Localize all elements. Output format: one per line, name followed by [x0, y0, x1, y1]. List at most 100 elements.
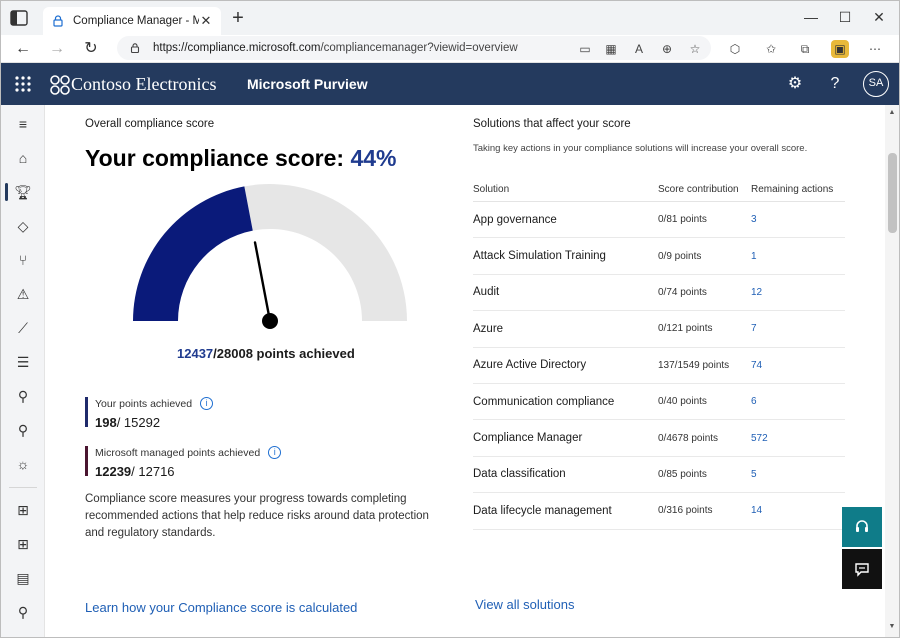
- maximize-icon[interactable]: ☐: [835, 7, 855, 27]
- search-icon[interactable]: ⚲: [1, 381, 45, 411]
- solutions-table: Solution Score contribution Remaining ac…: [473, 178, 845, 530]
- solutions-subtitle: Taking key actions in your compliance so…: [473, 143, 808, 154]
- solution-name[interactable]: Compliance Manager: [473, 432, 658, 444]
- app-available-icon[interactable]: ▭: [575, 39, 595, 59]
- home-icon[interactable]: ⌂: [1, 143, 45, 173]
- column-header-score[interactable]: Score contribution: [658, 184, 751, 195]
- remaining-actions-link[interactable]: 572: [751, 433, 845, 444]
- forward-icon[interactable]: →: [47, 39, 67, 59]
- table-row[interactable]: Azure Active Directory 137/1549 points 7…: [473, 348, 845, 384]
- table-row[interactable]: Attack Simulation Training 0/9 points 1: [473, 238, 845, 275]
- column-header-solution[interactable]: Solution: [473, 184, 658, 195]
- url-host: https://compliance.microsoft.com: [153, 42, 321, 54]
- score-contribution: 0/4678 points: [658, 432, 719, 444]
- remaining-actions-link[interactable]: 1: [751, 251, 845, 262]
- gauge-track: [244, 184, 407, 321]
- settings-gear-icon[interactable]: ⚙: [785, 74, 805, 94]
- search-icon[interactable]: ⚲: [1, 597, 45, 627]
- add-favorite-icon[interactable]: ☆: [685, 39, 705, 59]
- tab-bar: Compliance Manager - Microsoft ✕ + — ☐ ✕: [1, 1, 899, 35]
- bug-icon[interactable]: ☼: [1, 449, 45, 479]
- score-contribution: 0/85 points: [658, 468, 707, 480]
- user-avatar[interactable]: SA: [863, 71, 889, 97]
- table-row[interactable]: Communication compliance 0/40 points 6: [473, 384, 845, 421]
- score-contribution: 0/121 points: [658, 323, 713, 335]
- url-field[interactable]: https://compliance.microsoft.com/complia…: [117, 36, 711, 60]
- table-row[interactable]: Audit 0/74 points 12: [473, 275, 845, 312]
- minimize-icon[interactable]: —: [801, 7, 821, 27]
- chart-icon[interactable]: ⟋: [1, 313, 45, 343]
- score-contribution: 0/81 points: [658, 214, 707, 226]
- remaining-actions-link[interactable]: 14: [751, 505, 845, 516]
- collections-icon[interactable]: ⧉: [795, 39, 815, 59]
- document-search-icon[interactable]: ▤: [1, 563, 45, 593]
- search-icon[interactable]: ⚲: [1, 415, 45, 445]
- table-row[interactable]: Data lifecycle management 0/316 points 1…: [473, 493, 845, 530]
- remaining-actions-link[interactable]: 7: [751, 323, 845, 334]
- extensions-icon[interactable]: ⬡: [725, 39, 745, 59]
- back-icon[interactable]: ←: [13, 39, 33, 59]
- flow-icon[interactable]: ⑂: [1, 245, 45, 275]
- warning-icon[interactable]: ⚠: [1, 279, 45, 309]
- brand-name[interactable]: Contoso Electronics: [71, 74, 216, 95]
- your-points-stat: Your points achieved i 198/ 15292: [85, 397, 214, 430]
- view-all-solutions-link[interactable]: View all solutions: [475, 597, 574, 612]
- solution-name[interactable]: App governance: [473, 214, 658, 226]
- column-header-actions[interactable]: Remaining actions: [751, 184, 845, 195]
- tag-icon[interactable]: ◇: [1, 211, 45, 241]
- solution-name[interactable]: Azure: [473, 323, 658, 335]
- solution-name[interactable]: Data lifecycle management: [473, 505, 658, 517]
- gauge-needle: [253, 241, 272, 323]
- your-points-total: / 15292: [116, 415, 161, 430]
- read-aloud-icon[interactable]: A: [629, 39, 649, 59]
- tab-actions-icon[interactable]: [9, 9, 29, 27]
- solution-name[interactable]: Communication compliance: [473, 396, 658, 408]
- headset-icon: [856, 520, 868, 532]
- qr-code-icon[interactable]: ▦: [601, 39, 621, 59]
- lock-icon[interactable]: [129, 42, 141, 54]
- learn-score-link[interactable]: Learn how your Compliance score is calcu…: [85, 600, 357, 615]
- more-menu-icon[interactable]: ⋯: [865, 39, 885, 59]
- left-nav-rail: ≡ ⌂ 🏆︎ ◇ ⑂ ⚠ ⟋ ☰ ⚲ ⚲ ☼ ⊞ ⊞ ▤ ⚲: [1, 105, 45, 637]
- scroll-down-arrow-icon[interactable]: ▼: [887, 623, 897, 630]
- close-tab-icon[interactable]: ✕: [199, 13, 213, 29]
- solution-name[interactable]: Azure Active Directory: [473, 359, 658, 371]
- your-points-value: 198: [95, 415, 117, 430]
- remaining-actions-link[interactable]: 12: [751, 287, 845, 298]
- new-tab-icon[interactable]: +: [229, 8, 247, 28]
- info-icon[interactable]: i: [268, 446, 282, 459]
- table-row[interactable]: Compliance Manager 0/4678 points 572: [473, 420, 845, 457]
- favorites-icon[interactable]: ✩: [761, 39, 781, 59]
- remaining-actions-link[interactable]: 6: [751, 396, 845, 407]
- solution-name[interactable]: Attack Simulation Training: [473, 250, 658, 262]
- app-launcher-icon[interactable]: [13, 74, 33, 94]
- wallet-extension-icon[interactable]: ▣: [831, 40, 849, 58]
- product-name[interactable]: Microsoft Purview: [247, 76, 368, 92]
- remaining-actions-link[interactable]: 74: [751, 360, 845, 371]
- remaining-actions-link[interactable]: 3: [751, 214, 845, 225]
- zoom-icon[interactable]: ⊕: [657, 39, 677, 59]
- browser-tab[interactable]: Compliance Manager - Microsoft ✕: [43, 7, 221, 35]
- solution-name[interactable]: Data classification: [473, 468, 658, 480]
- hamburger-icon[interactable]: ≡: [1, 109, 45, 139]
- refresh-icon[interactable]: ↻: [81, 39, 101, 59]
- grid-icon[interactable]: ⊞: [1, 495, 45, 525]
- table-row[interactable]: Azure 0/121 points 7: [473, 311, 845, 348]
- table-row[interactable]: App governance 0/81 points 3: [473, 202, 845, 239]
- trophy-icon[interactable]: 🏆︎: [1, 177, 45, 207]
- window-close-icon[interactable]: ✕: [869, 7, 889, 27]
- info-icon[interactable]: i: [200, 397, 214, 410]
- help-icon[interactable]: ?: [825, 74, 845, 94]
- help-headset-button[interactable]: [842, 507, 882, 547]
- scrollbar-thumb[interactable]: [888, 153, 897, 233]
- microsoft-points-value: 12239: [95, 464, 132, 479]
- grid-icon[interactable]: ⊞: [1, 529, 45, 559]
- sliders-icon[interactable]: ☰: [1, 347, 45, 377]
- feedback-button[interactable]: [842, 549, 882, 589]
- table-row[interactable]: Data classification 0/85 points 5: [473, 457, 845, 494]
- solution-name[interactable]: Audit: [473, 286, 658, 298]
- score-contribution: 0/316 points: [658, 505, 713, 517]
- remaining-actions-link[interactable]: 5: [751, 469, 845, 480]
- points-achieved-value: 12437: [177, 346, 214, 361]
- scroll-up-arrow-icon[interactable]: ▲: [887, 109, 897, 116]
